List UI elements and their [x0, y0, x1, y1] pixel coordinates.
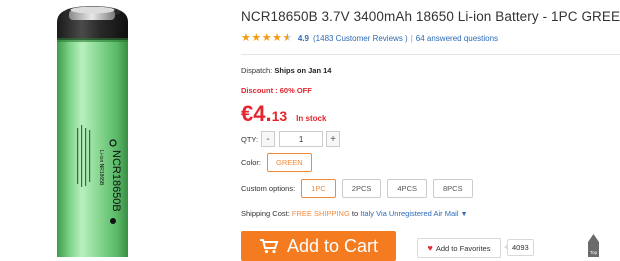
qty-label: QTY:	[241, 134, 259, 144]
heart-icon: ♥	[427, 243, 433, 253]
add-to-favorites-button[interactable]: ♥ Add to Favorites	[417, 238, 501, 258]
qty-minus-button[interactable]: -	[261, 131, 276, 147]
questions-link[interactable]: 64 answered questions	[416, 34, 498, 43]
custom-options: Custom options: 1PC 2PCS 4PCS 8PCS	[241, 179, 473, 198]
option-4pcs[interactable]: 4PCS	[387, 179, 427, 198]
back-to-top-button[interactable]: Top	[585, 234, 602, 257]
rating-row: ★ ★ ★ ★ ★ 4.9 (1483 Customer Reviews ) |…	[241, 31, 498, 45]
option-2pcs[interactable]: 2PCS	[341, 179, 382, 198]
star-icon: ★	[261, 31, 272, 44]
star-half-icon: ★	[282, 31, 293, 44]
qty-input[interactable]: 1	[279, 131, 324, 147]
color-label: Color:	[241, 158, 262, 167]
dispatch-value: Ships on Jan 14	[274, 66, 332, 75]
favorites-count: 4093	[504, 239, 534, 256]
add-to-favorites-label: Add to Favorites	[435, 243, 491, 253]
shipping-info: Shipping Cost: FREE SHIPPING to Italy Vi…	[241, 209, 468, 218]
shipping-to: to	[351, 209, 359, 218]
chevron-down-icon[interactable]: ▼	[461, 211, 468, 218]
quantity-stepper: QTY: - 1 +	[241, 131, 341, 147]
custom-options-label: Custom options:	[241, 184, 296, 193]
price-cents: 13	[271, 108, 288, 124]
battery-sub-label: Li-ion NR1865B	[98, 150, 104, 186]
shipping-label: Shipping Cost:	[241, 209, 290, 218]
product-image-panel: NCR18650B Li-ion NR1865B	[0, 0, 225, 257]
dispatch-label: Dispatch:	[241, 66, 273, 75]
rating-score: 4.9	[297, 33, 309, 43]
rating-separator: |	[410, 33, 413, 43]
product-title: NCR18650B 3.7V 3400mAh 18650 Li-ion Batt…	[241, 9, 620, 24]
dispatch-info: Dispatch: Ships on Jan 14	[241, 66, 331, 75]
reviews-link[interactable]: (1483 Customer Reviews )	[313, 34, 408, 43]
divider	[241, 54, 620, 55]
top-label: Top	[590, 250, 598, 255]
price-main: €4.	[241, 101, 272, 126]
free-shipping: FREE SHIPPING	[291, 209, 350, 218]
qty-plus-button[interactable]: +	[326, 131, 341, 147]
star-icon: ★	[251, 31, 262, 44]
star-icon: ★	[272, 31, 282, 44]
discount-label: Discount : 60% OFF	[241, 86, 312, 95]
stock-status: In stock	[296, 114, 327, 123]
color-selector: Color: GREEN	[241, 153, 312, 172]
color-option-green[interactable]: GREEN	[267, 153, 312, 172]
add-to-cart-label: Add to Cart	[286, 235, 379, 256]
shipping-destination-link[interactable]: Italy Via Unregistered Air Mail	[360, 209, 458, 218]
star-rating: ★ ★ ★ ★ ★	[241, 31, 293, 44]
price-row: €4. 13 In stock	[241, 101, 326, 127]
product-image[interactable]: NCR18650B Li-ion NR1865B	[55, 0, 130, 257]
product-info: NCR18650B 3.7V 3400mAh 18650 Li-ion Batt…	[241, 0, 620, 261]
battery-model-label: NCR18650B	[110, 150, 122, 212]
option-1pc[interactable]: 1PC	[301, 179, 336, 198]
star-icon: ★	[241, 31, 251, 44]
cart-icon	[259, 238, 279, 254]
option-8pcs[interactable]: 8PCS	[432, 179, 473, 198]
